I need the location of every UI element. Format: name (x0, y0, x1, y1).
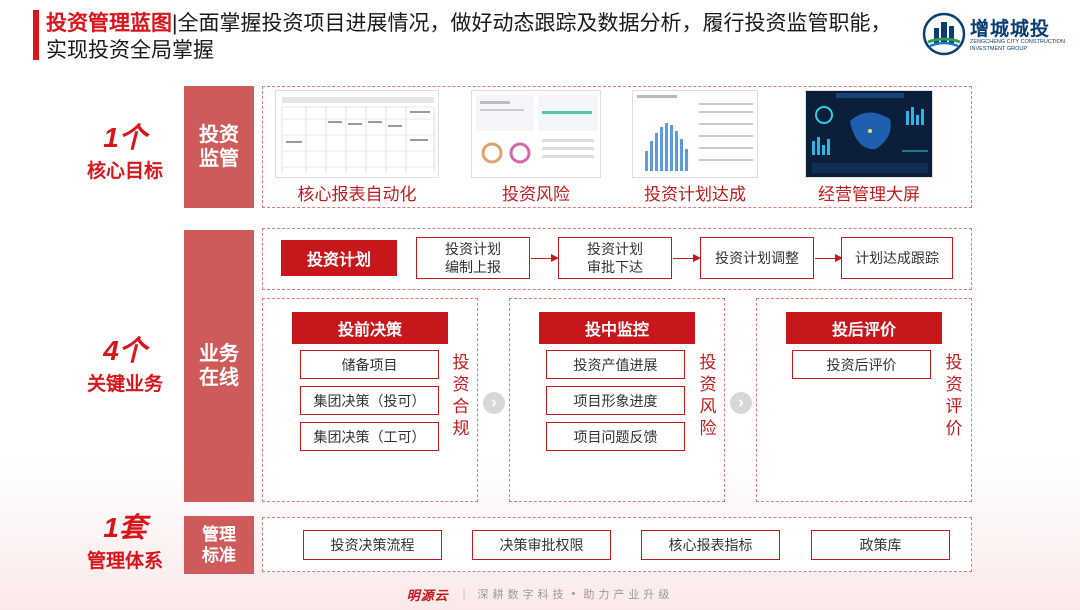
report-thumbnail[interactable] (275, 90, 439, 178)
risk-dashboard-image (472, 91, 600, 177)
plan-step-approve[interactable]: 投资计划 审批下达 (558, 237, 672, 279)
block-business: 业务 在线 (184, 230, 254, 502)
section-1-heading: 1个 核心目标 (70, 122, 180, 183)
phase-mid-side-label: 投 资 风 险 (698, 352, 718, 440)
block-standards-line1: 管理 (202, 525, 236, 544)
side-char: 合 (452, 397, 470, 416)
phase-pre-item-decision-invest[interactable]: 集团决策（投可） (300, 386, 439, 415)
bigscreen-thumbnail[interactable] (805, 90, 933, 178)
side-char: 险 (699, 419, 717, 438)
footer-brand: 明源云 (406, 587, 449, 603)
side-char: 价 (945, 419, 963, 438)
footer-slogan-1: 深耕数字科技 (477, 589, 568, 601)
page-title: 投资管理蓝图|全面掌握投资项目进展情况，做好动态跟踪及数据分析，履行投资监管职能… (46, 10, 906, 64)
phase-post-title[interactable]: 投后评价 (786, 312, 942, 344)
block-standards: 管理 标准 (184, 516, 254, 574)
standard-decision-process[interactable]: 投资决策流程 (303, 530, 442, 560)
standard-report-indicators[interactable]: 核心报表指标 (641, 530, 780, 560)
plan-step-2-line1: 投资计划 (587, 241, 643, 257)
section-2-number: 4个 (103, 335, 147, 366)
logo-name-en: ZENGCHENG CITY CONSTRUCTION INVESTMENT G… (970, 39, 1065, 52)
block-standards-line2: 标准 (202, 546, 236, 565)
phase-mid-item-progress[interactable]: 项目形象进度 (546, 386, 685, 415)
block-supervision-line1: 投资 (199, 124, 239, 146)
phase-pre-side-label: 投 资 合 规 (451, 352, 471, 440)
block-supervision: 投资 监管 (184, 86, 254, 208)
phase-pre-title[interactable]: 投前决策 (292, 312, 448, 344)
logo-name-cn: 增城城投 (970, 18, 1051, 40)
risk-thumbnail[interactable] (471, 90, 601, 178)
block-business-line2: 在线 (199, 367, 239, 389)
title-accent-bar (33, 10, 39, 60)
arrow-right-icon (673, 254, 701, 262)
side-char: 评 (945, 397, 963, 416)
supervision-item-4: 经营管理大屏 (818, 185, 920, 204)
side-char: 风 (699, 397, 717, 416)
phase-mid-item-feedback[interactable]: 项目问题反馈 (546, 422, 685, 451)
supervision-item-2: 投资风险 (502, 185, 570, 204)
plan-step-4-line1: 计划达成跟踪 (855, 250, 939, 266)
supervision-item-3: 投资计划达成 (644, 185, 746, 204)
plan-step-track[interactable]: 计划达成跟踪 (841, 237, 953, 279)
block-business-line1: 业务 (199, 343, 239, 365)
plan-step-3-line1: 投资计划调整 (715, 250, 799, 266)
block-supervision-line2: 监管 (199, 148, 239, 170)
side-char: 投 (699, 353, 717, 372)
phase-mid-title[interactable]: 投中监控 (539, 312, 695, 344)
arrow-right-icon (531, 254, 559, 262)
standard-policy-library[interactable]: 政策库 (811, 530, 950, 560)
section-1-number: 1个 (103, 122, 147, 153)
footer-slogan-2: 助力产业升级 (583, 589, 674, 601)
plan-thumbnail[interactable] (632, 90, 758, 178)
section-2-heading: 4个 关键业务 (70, 335, 180, 396)
standard-approval-authority[interactable]: 决策审批权限 (472, 530, 611, 560)
side-char: 资 (945, 375, 963, 394)
plan-chart-image (633, 91, 757, 177)
section-3-heading: 1套 管理体系 (70, 512, 180, 573)
report-table-image (276, 91, 438, 177)
chevron-right-icon: › (483, 392, 505, 414)
company-logo: 增城城投 ZENGCHENG CITY CONSTRUCTION INVESTM… (922, 12, 1072, 58)
section-3-label: 管理体系 (86, 551, 163, 572)
plan-title-button[interactable]: 投资计划 (281, 240, 397, 276)
phase-pre-item-reserve[interactable]: 储备项目 (300, 350, 439, 379)
footer-dot: • (571, 588, 580, 600)
plan-step-adjust[interactable]: 投资计划调整 (700, 237, 814, 279)
phase-post-item-evaluation[interactable]: 投资后评价 (792, 350, 931, 379)
section-1-label: 核心目标 (86, 161, 163, 182)
side-char: 资 (452, 375, 470, 394)
side-char: 规 (452, 419, 470, 438)
plan-step-2-line2: 审批下达 (587, 259, 643, 275)
phase-post-side-label: 投 资 评 价 (944, 352, 964, 440)
plan-step-1-line2: 编制上报 (445, 259, 501, 275)
plan-step-compile[interactable]: 投资计划 编制上报 (416, 237, 530, 279)
chevron-right-icon: › (730, 392, 752, 414)
arrow-right-icon (815, 254, 843, 262)
side-char: 资 (699, 375, 717, 394)
phase-pre-item-decision-engineer[interactable]: 集团决策（工可） (300, 422, 439, 451)
plan-step-1-line1: 投资计划 (445, 241, 501, 257)
phase-mid-item-output[interactable]: 投资产值进展 (546, 350, 685, 379)
logo-emblem-icon (922, 12, 966, 56)
bigscreen-dashboard-image (806, 91, 932, 177)
side-char: 投 (452, 353, 470, 372)
section-2-label: 关键业务 (86, 374, 163, 395)
section-3-number: 1套 (103, 512, 147, 543)
supervision-item-1: 核心报表自动化 (297, 185, 417, 204)
footer: 明源云 | 深耕数字科技 • 助力产业升级 (0, 583, 1080, 605)
title-highlight: 投资管理蓝图 (46, 12, 172, 35)
footer-divider: | (462, 588, 470, 600)
side-char: 投 (945, 353, 963, 372)
